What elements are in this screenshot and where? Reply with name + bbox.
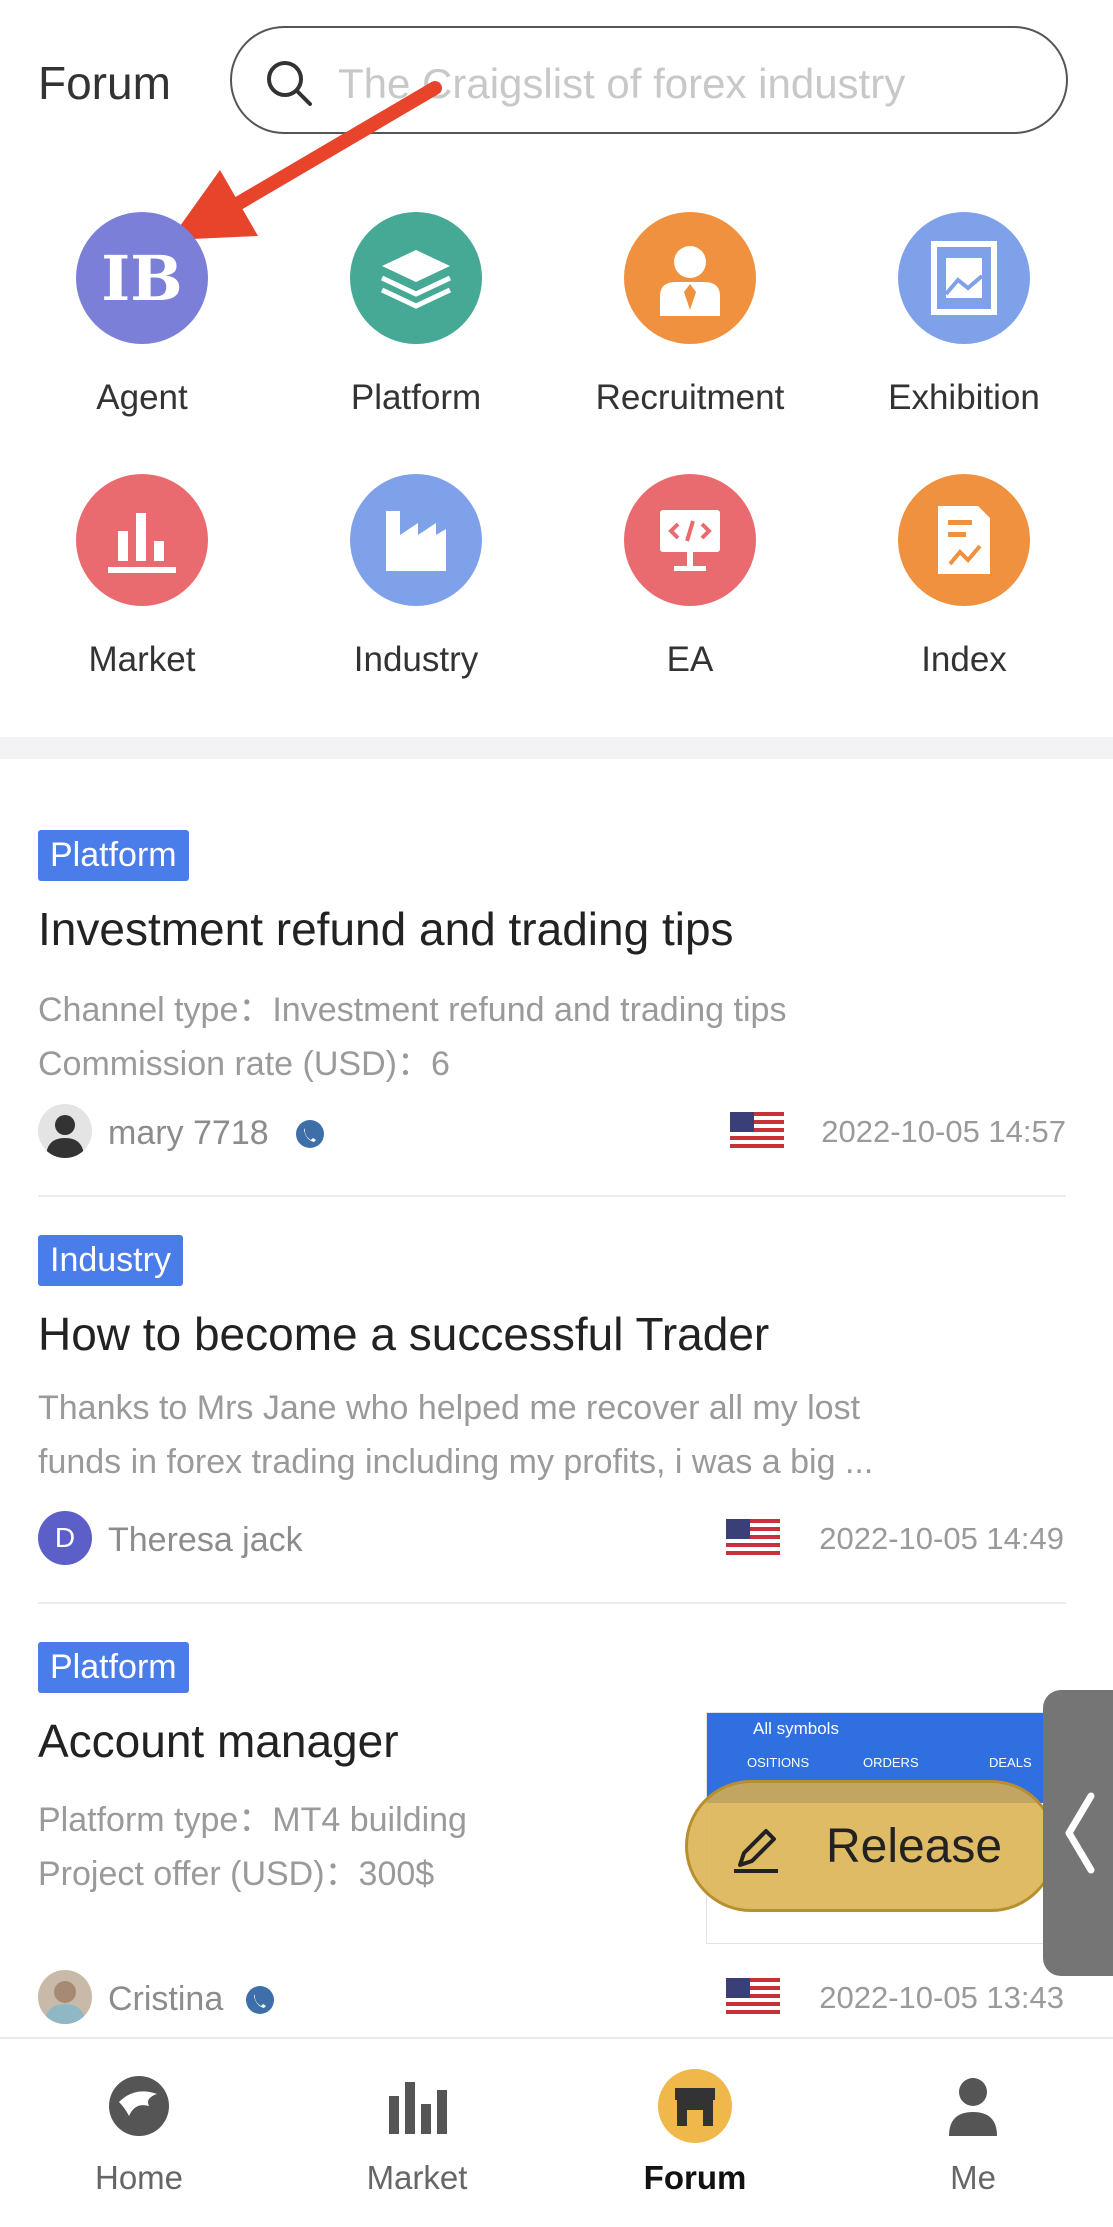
divider [38,1195,1066,1197]
category-label: Agent [96,378,188,417]
pen-icon [734,1829,778,1873]
post-detail-line: Platform type：MT4 building [38,1801,467,1839]
category-label: Index [921,640,1007,679]
bar-chart-icon [76,474,208,606]
post-tag: Platform [38,830,189,881]
picture-frame-icon [898,212,1030,344]
category-agent[interactable]: IB Agent [5,200,279,440]
chevron-left-icon [1065,1792,1095,1874]
post-detail-line: Project offer (USD)：300$ [38,1855,435,1893]
category-grid: IB Agent Platform Recruitment Exhibition… [0,200,1113,700]
thumbnail-text: OSITIONS [747,1755,810,1770]
avatar[interactable]: D [38,1511,92,1565]
author-name[interactable]: Theresa jack [108,1521,303,1560]
category-market[interactable]: Market [5,462,279,702]
category-label: EA [666,640,714,679]
nav-label: Forum [643,2159,747,2196]
category-label: Platform [350,378,482,417]
code-monitor-icon [624,474,756,606]
post-detail-line: Commission rate (USD)：6 [38,1045,450,1083]
factory-icon [350,474,482,606]
post-title: Account manager [38,1715,399,1767]
category-label: Exhibition [888,378,1040,417]
nav-label: Me [950,2159,996,2196]
post-date: 2022-10-05 13:43 [819,1980,1064,2015]
bar-chart-icon [380,2069,454,2143]
post-tag: Platform [38,1642,189,1693]
nav-forum[interactable]: Forum [556,2039,834,2227]
category-industry[interactable]: Industry [279,462,553,702]
divider [38,1602,1066,1604]
post-meta: D Theresa jack 2022-10-05 14:49 [38,1511,1066,1567]
thumbnail-text: ORDERS [863,1755,919,1770]
search-bar[interactable]: The Craigslist of forex industry [230,26,1068,134]
person-icon [936,2069,1010,2143]
nav-home[interactable]: Home [0,2039,278,2227]
thumbnail-text: All symbols [753,1719,839,1738]
bottom-nav: Home Market Forum Me [0,2037,1113,2227]
phone-verified-icon [246,1986,274,2014]
header: Forum The Craigslist of forex industry [0,0,1113,170]
post-date: 2022-10-05 14:49 [819,1521,1064,1556]
post-card[interactable]: Industry How to become a successful Trad… [38,1235,1066,1575]
post-date: 2022-10-05 14:57 [821,1114,1066,1149]
category-label: Industry [353,640,479,679]
us-flag-icon [726,1519,780,1557]
post-excerpt-line: Thanks to Mrs Jane who helped me recover… [38,1389,861,1427]
document-chart-icon [898,474,1030,606]
ib-icon: IB [76,212,208,344]
author-name[interactable]: Cristina [108,1980,223,2019]
nav-market[interactable]: Market [278,2039,556,2227]
store-icon [658,2069,732,2143]
person-tie-icon [624,212,756,344]
search-icon [267,61,312,106]
category-index[interactable]: Index [827,462,1101,702]
category-label: Market [88,640,196,679]
post-title: How to become a successful Trader [38,1308,770,1360]
eagle-icon [102,2069,176,2143]
author-name[interactable]: mary 7718 [108,1114,269,1153]
post-tag: Industry [38,1235,183,1286]
avatar[interactable] [38,1970,92,2024]
us-flag-icon [730,1112,784,1150]
page-title: Forum [38,57,171,109]
us-flag-icon [726,1978,780,2016]
thumbnail-text: DEALS [989,1755,1032,1770]
nav-me[interactable]: Me [834,2039,1112,2227]
release-label: Release [826,1820,1003,1873]
nav-label: Market [366,2159,468,2196]
category-exhibition[interactable]: Exhibition [827,200,1101,440]
phone-verified-icon [296,1120,324,1148]
avatar[interactable] [38,1104,92,1158]
post-card[interactable]: Platform Investment refund and trading t… [38,830,1066,1170]
release-button[interactable]: Release [685,1780,1057,1912]
post-meta: mary 7718 2022-10-05 14:57 [38,1104,1066,1160]
category-recruitment[interactable]: Recruitment [553,200,827,440]
section-divider [0,737,1113,759]
post-meta: Cristina 2022-10-05 13:43 [38,1970,1066,2026]
category-platform[interactable]: Platform [279,200,553,440]
post-title: Investment refund and trading tips [38,903,734,955]
post-detail-line: Channel type：Investment refund and tradi… [38,991,787,1029]
category-label: Recruitment [595,378,785,417]
category-ea[interactable]: EA [553,462,827,702]
post-excerpt-line: funds in forex trading including my prof… [38,1443,874,1481]
side-drawer-tab[interactable] [1043,1690,1113,1976]
search-placeholder: The Craigslist of forex industry [338,60,906,107]
nav-label: Home [94,2159,184,2196]
layers-icon [350,212,482,344]
